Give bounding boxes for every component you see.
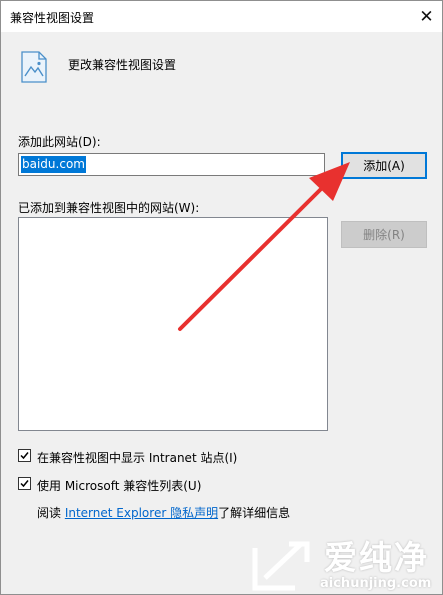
title-bar: 兼容性视图设置 ✕ bbox=[1, 1, 442, 32]
added-sites-label: 已添加到兼容性视图中的网站(W): bbox=[18, 201, 200, 215]
add-site-label: 添加此网站(D): bbox=[18, 135, 101, 149]
window-title: 兼容性视图设置 bbox=[10, 11, 95, 25]
ms-list-checkbox[interactable] bbox=[18, 477, 31, 490]
checkmark-icon bbox=[20, 452, 29, 460]
compat-view-page-icon bbox=[21, 51, 47, 83]
remove-button: 删除(R) bbox=[341, 221, 427, 248]
checkmark-icon bbox=[20, 480, 29, 488]
add-site-selected-text: baidu.com bbox=[21, 156, 86, 173]
add-button-label: 添加(A) bbox=[363, 159, 405, 173]
intranet-checkbox[interactable] bbox=[18, 449, 31, 462]
compat-view-dialog: 兼容性视图设置 ✕ 更改兼容性视图设置 添加此网站(D): baidu.com … bbox=[0, 0, 443, 595]
intranet-option-label[interactable]: 在兼容性视图中显示 Intranet 站点(I) bbox=[37, 449, 237, 466]
ms-list-option-label[interactable]: 使用 Microsoft 兼容性列表(U) bbox=[37, 477, 201, 494]
watermark-brand: 爱纯净 bbox=[324, 538, 429, 577]
header-text: 更改兼容性视图设置 bbox=[68, 58, 177, 72]
watermark-logo-icon bbox=[252, 541, 310, 591]
privacy-suffix: 了解详细信息 bbox=[218, 506, 291, 520]
privacy-link[interactable]: Internet Explorer 隐私声明 bbox=[65, 506, 218, 520]
privacy-line: 阅读 Internet Explorer 隐私声明了解详细信息 bbox=[37, 504, 290, 521]
privacy-prefix: 阅读 bbox=[37, 506, 65, 520]
remove-button-label: 删除(R) bbox=[363, 228, 405, 242]
add-button[interactable]: 添加(A) bbox=[341, 152, 427, 179]
watermark-url: aichunjing.com bbox=[320, 576, 432, 591]
close-button[interactable]: ✕ bbox=[411, 1, 442, 32]
watermark: 爱纯净 aichunjing.com bbox=[249, 538, 441, 594]
added-sites-list[interactable] bbox=[18, 217, 328, 431]
close-icon: ✕ bbox=[419, 6, 434, 27]
